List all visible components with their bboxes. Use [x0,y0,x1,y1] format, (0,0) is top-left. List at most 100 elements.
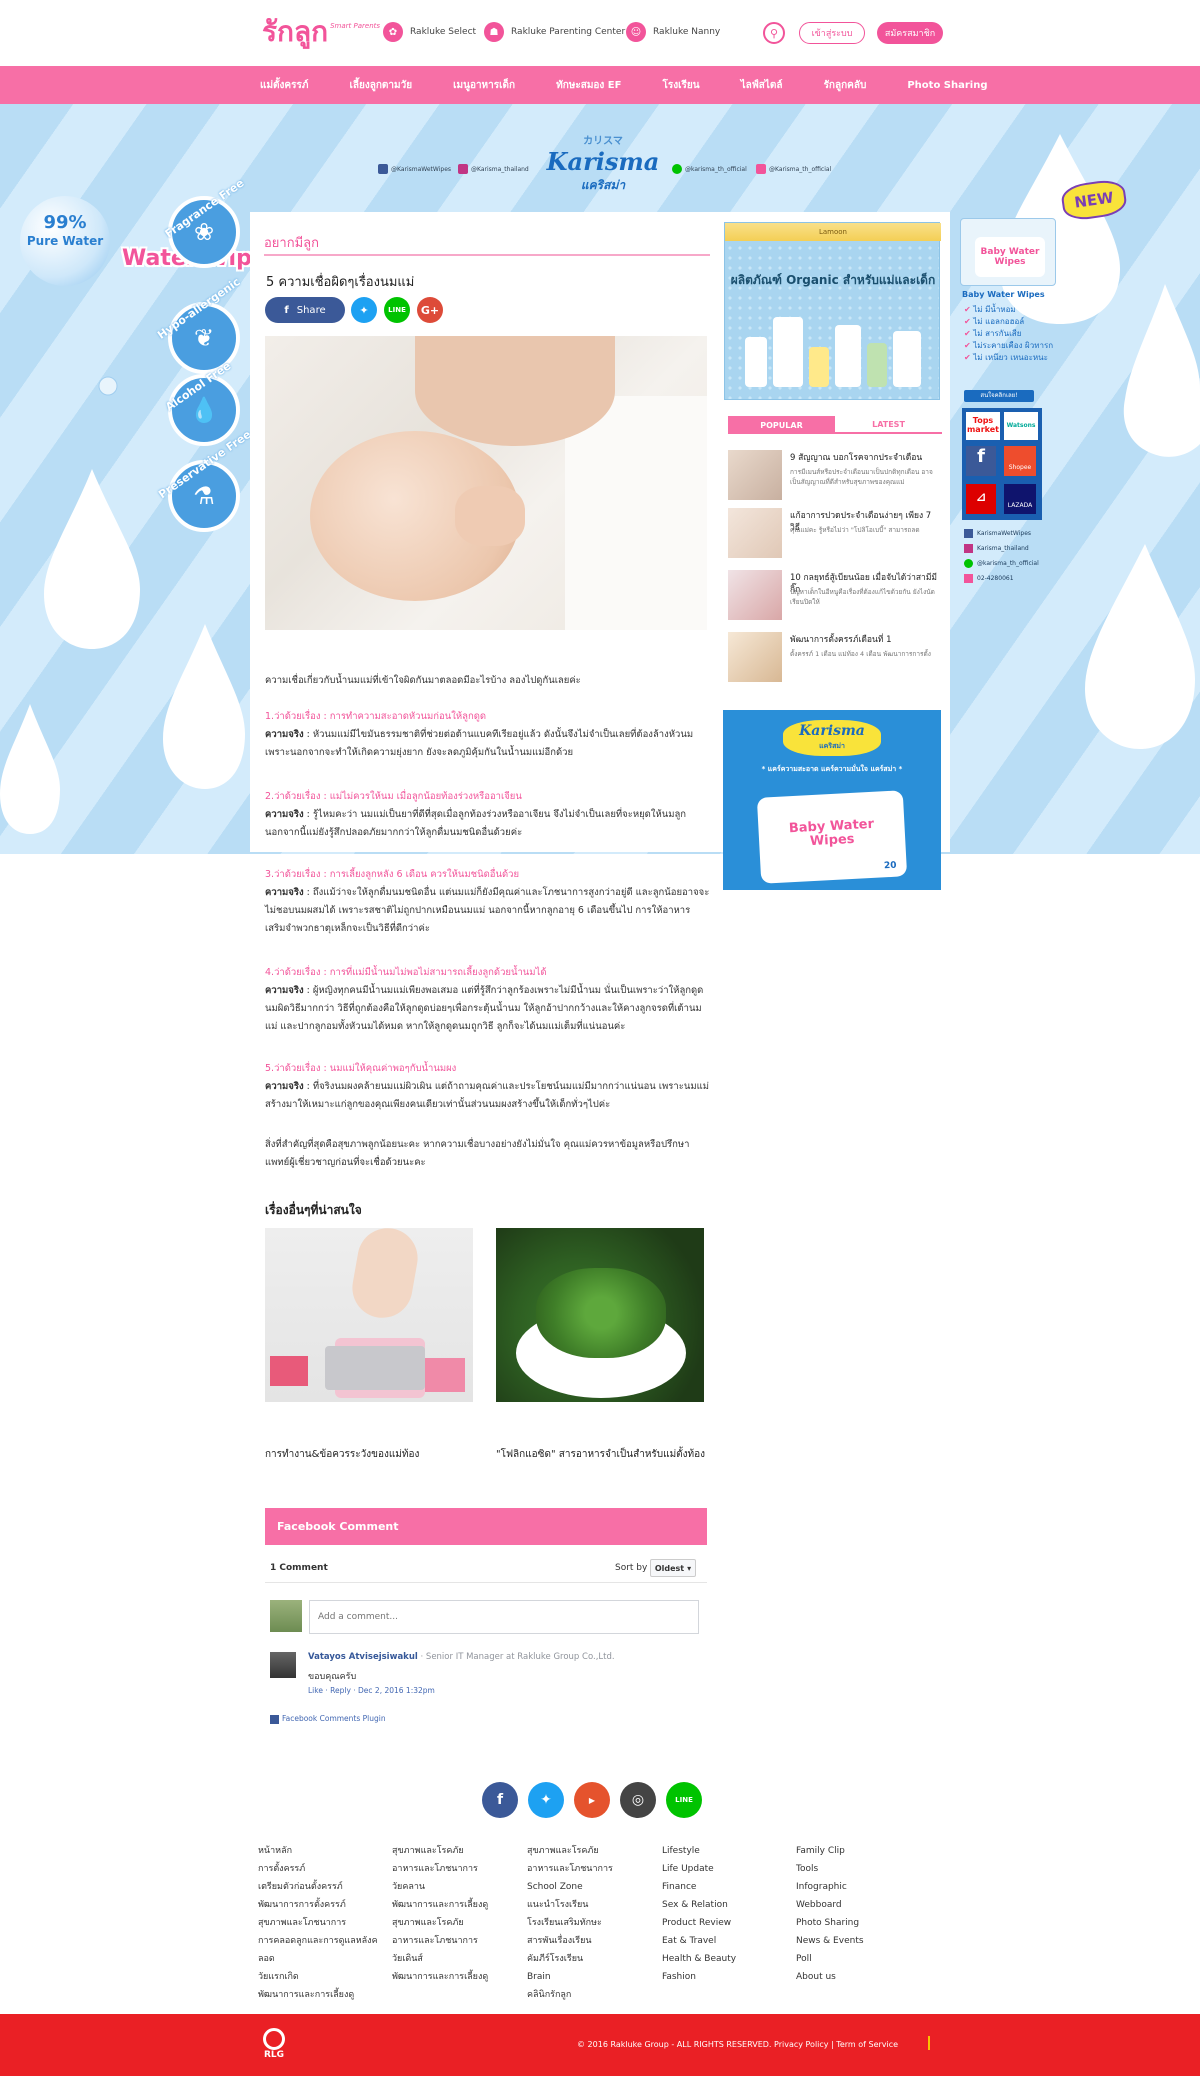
footer-link[interactable]: แนะนำโรงเรียน [527,1896,613,1914]
google-plus-share-button[interactable]: G+ [417,297,443,323]
popular-item[interactable]: 10 กลยุทธ์สู้เบียนน้อย เมื่อจับได้ว่าสาม… [728,570,942,620]
twitter-icon[interactable]: ✦ [528,1782,564,1818]
tops-market-logo[interactable]: Tops market [966,412,1000,440]
right-contact-instagram[interactable]: Karisma_thailand [964,541,1039,556]
comment-author[interactable]: Vatayos Atvisejsiwakul [308,1652,418,1662]
rlg-logo[interactable]: RLG [263,2028,285,2060]
nav-item-rakluke-club[interactable]: รักลูกคลับ [824,78,867,93]
sort-select[interactable]: Oldest ▾ [650,1559,696,1577]
nav-item-kids-menu[interactable]: เมนูอาหารเด็ก [453,78,515,93]
footer-link[interactable]: วัยเดินส์ [392,1950,488,1968]
youtube-icon[interactable]: ▶ [574,1782,610,1818]
footer-link[interactable]: Product Review [662,1914,736,1932]
footer-link[interactable]: วัยคลาน [392,1878,488,1896]
footer-link[interactable]: Tools [796,1860,864,1878]
nav-item-ef-skills[interactable]: ทักษะสมอง EF [556,78,621,93]
rakluke-nanny-link[interactable]: ☺ Rakluke Nanny [626,22,720,42]
footer-link[interactable]: Poll [796,1950,864,1968]
footer-link[interactable]: Brain [527,1968,613,1986]
footer-link[interactable]: คลินิกรักลูก [527,1986,613,2004]
footer-link[interactable]: Health & Beauty [662,1950,736,1968]
comment-meta[interactable]: Like · Reply · Dec 2, 2016 1:32pm [308,1686,435,1695]
related-caption-1[interactable]: การทำงาน&ข้อควรระวังของแม่ท้อง [265,1447,419,1462]
right-contact-phone[interactable]: 02-4280061 [964,571,1039,586]
footer-link[interactable]: อาหารและโภชนาการ [392,1932,488,1950]
popular-item[interactable]: 9 สัญญาณ บอกโรคจากประจำเดือน การมีเมนส์ห… [728,450,942,500]
brand-m-logo[interactable]: ⊿ [966,484,996,514]
related-caption-2[interactable]: "โฟลิกแอซิด" สารอาหารจำเป็นสำหรับแม่ตั้ง… [496,1447,705,1462]
nav-item-pregnancy[interactable]: แม่ตั้งครรภ์ [260,78,308,93]
lamoon-organic-ad[interactable]: Lamoon ผลิตภัณฑ์ Organic สำหรับแม่และเด็… [724,222,941,400]
facebook-icon[interactable]: f [482,1782,518,1818]
footer-link[interactable]: Fashion [662,1968,736,1986]
search-button[interactable]: ⚲ [763,22,785,44]
popular-item[interactable]: แก้อาการปวดประจำเดือนง่ายๆ เพียง 7 วิธี … [728,508,942,558]
footer-link[interactable]: สุขภาพและโรคภัย [527,1842,613,1860]
footer-link[interactable]: Life Update [662,1860,736,1878]
footer-link[interactable]: พัฒนาการและการเลี้ยงดู [258,1986,378,2004]
tab-latest[interactable]: LATEST [835,416,942,434]
footer-link[interactable]: About us [796,1968,864,1986]
right-contact-facebook[interactable]: KarismaWetWipes [964,526,1039,541]
nav-item-parenting[interactable]: เลี้ยงลูกตามวัย [349,78,412,93]
banner-line[interactable]: @karisma_th_official [672,164,747,174]
facebook-comments-plugin-link[interactable]: Facebook Comments Plugin [270,1714,386,1724]
banner-facebook[interactable]: @KarismaWetWipes [378,164,451,174]
line-share-button[interactable]: LINE [384,297,410,323]
twitter-share-button[interactable]: ✦ [351,297,377,323]
footer-link[interactable]: Photo Sharing [796,1914,864,1932]
footer-link[interactable]: พัฒนาการการตั้งครรภ์ [258,1896,378,1914]
instagram-icon[interactable]: ◎ [620,1782,656,1818]
buy-now-button[interactable]: สนใจคลิกเลย! [964,390,1034,402]
right-product-image[interactable]: Baby Water Wipes [960,218,1056,286]
footer-link[interactable]: สุขภาพและโรคภัย [392,1842,488,1860]
footer-link[interactable]: เตรียมตัวก่อนตั้งครรภ์ [258,1878,378,1896]
banner-instagram[interactable]: @Karisma_thailand [458,164,529,174]
tab-popular[interactable]: POPULAR [728,416,835,434]
footer-link[interactable]: วัยแรกเกิด [258,1968,378,1986]
footer-link[interactable]: คัมภีร์โรงเรียน [527,1950,613,1968]
footer-link[interactable]: Eat & Travel [662,1932,736,1950]
footer-link[interactable]: สุขภาพและโภชนาการ [258,1914,378,1932]
footer-link[interactable]: News & Events [796,1932,864,1950]
register-button[interactable]: สมัครสมาชิก [877,22,943,44]
right-contact-line[interactable]: @karisma_th_official [964,556,1039,571]
footer-link[interactable]: อาหารและโภชนาการ [527,1860,613,1878]
banner-phone[interactable]: @Karisma_th_official [756,164,831,174]
watsons-logo[interactable]: Watsons [1004,412,1038,440]
footer-link[interactable]: หน้าหลัก [258,1842,378,1860]
footer-link[interactable]: Infographic [796,1878,864,1896]
footer-link[interactable]: การตั้งครรภ์ [258,1860,378,1878]
footer-link[interactable]: School Zone [527,1878,613,1896]
facebook-store-icon[interactable]: f [966,446,996,476]
nav-item-lifestyle[interactable]: ไลฟ์สไตล์ [741,78,783,93]
site-logo[interactable]: รักลูก Smart Parents [262,14,380,48]
footer-link[interactable]: อาหารและโภชนาการ [392,1860,488,1878]
line-icon[interactable]: LINE [666,1782,702,1818]
footer-link[interactable]: Webboard [796,1896,864,1914]
footer-link[interactable]: Lifestyle [662,1842,736,1860]
footer-link[interactable]: พัฒนาการและการเลี้ยงดู [392,1896,488,1914]
rakluke-parenting-center-link[interactable]: ☗ Rakluke Parenting Center [484,22,625,42]
karisma-wipes-ad[interactable]: Karisma แคริสม่า * แคร์ความสะอาด แคร์ความ… [723,710,941,890]
footer-link[interactable]: โรงเรียนเสริมทักษะ [527,1914,613,1932]
login-button[interactable]: เข้าสู่ระบบ [799,22,865,44]
comment-input[interactable] [309,1600,699,1634]
shopee-logo[interactable]: Shopee [1004,446,1036,476]
article-category[interactable]: อยากมีลูก [264,232,319,253]
related-image-1[interactable] [265,1228,473,1402]
rakluke-select-link[interactable]: ✿ Rakluke Select [383,22,476,42]
footer-link[interactable]: สารพันเรื่องเรียน [527,1932,613,1950]
footer-link[interactable]: พัฒนาการและการเลี้ยงดู [392,1968,488,1986]
nav-item-school[interactable]: โรงเรียน [662,78,699,93]
footer-link[interactable]: Finance [662,1878,736,1896]
related-image-2[interactable] [496,1228,704,1402]
footer-link[interactable]: การคลอดลูกและการดูแลหลังคลอด [258,1932,378,1968]
footer-link[interactable]: สุขภาพและโรคภัย [392,1914,488,1932]
facebook-share-button[interactable]: f Share [265,297,345,323]
popular-item[interactable]: พัฒนาการตั้งครรภ์เดือนที่ 1 ตั้งครรภ์ 1 … [728,632,942,682]
footer-link[interactable]: Family Clip [796,1842,864,1860]
footer-link[interactable]: Sex & Relation [662,1896,736,1914]
lazada-logo[interactable]: LAZADA [1004,484,1036,514]
nav-item-photo-sharing[interactable]: Photo Sharing [907,80,987,91]
